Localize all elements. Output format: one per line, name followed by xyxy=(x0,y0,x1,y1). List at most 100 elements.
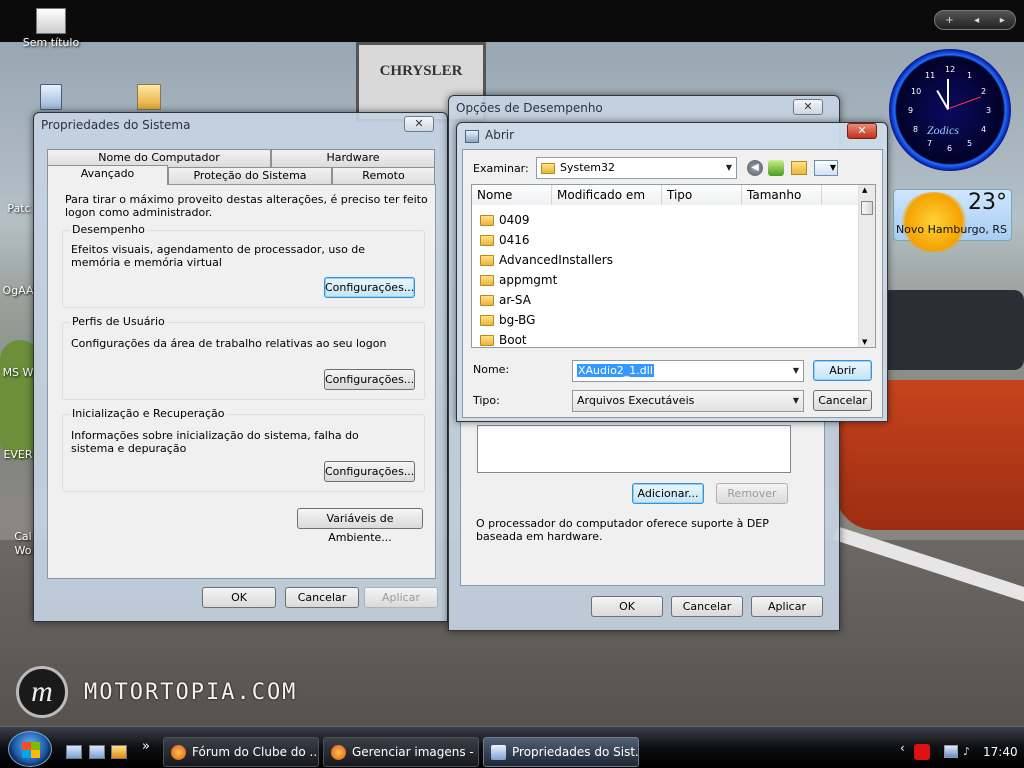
desktop-icon-cal[interactable]: Cal xyxy=(12,530,34,543)
remove-button[interactable]: Remover xyxy=(716,483,788,504)
taskbar-button-gerenciar-imagens[interactable]: Gerenciar imagens - ... xyxy=(323,737,479,767)
weather-gadget[interactable]: 23° Novo Hamburgo, RS xyxy=(893,189,1012,252)
ok-button[interactable]: OK xyxy=(591,596,663,617)
shortcut-icon[interactable] xyxy=(137,84,161,110)
desktop-icon-ogaa[interactable]: OgAA xyxy=(2,284,34,297)
up-folder-icon[interactable] xyxy=(768,160,784,176)
volume-tray-icon[interactable]: ♪ xyxy=(963,745,977,758)
view-menu-icon[interactable]: ▼ xyxy=(814,160,838,176)
tray-expand-icon[interactable]: ‹ xyxy=(900,741,905,755)
desktop-icon-ms-word[interactable]: MS W xyxy=(2,366,34,379)
chevron-down-icon: ▼ xyxy=(792,366,799,375)
ok-button[interactable]: OK xyxy=(202,587,276,608)
cancel-button[interactable]: Cancelar xyxy=(671,596,743,617)
group-text: Configurações da área de trabalho relati… xyxy=(71,337,387,350)
sidebar-prev-button[interactable]: ◂ xyxy=(974,15,979,26)
desktop-icon-sem-titulo[interactable]: Sem título xyxy=(20,8,82,49)
switch-windows-icon[interactable] xyxy=(89,745,105,759)
new-folder-icon[interactable] xyxy=(791,161,807,175)
close-button[interactable]: ✕ xyxy=(847,123,877,139)
motortopia-watermark: m MOTORTOPIA.COM xyxy=(16,664,297,720)
folder-icon xyxy=(480,315,494,326)
motortopia-logo-icon: m xyxy=(16,666,68,718)
file-name-value[interactable]: XAudio2_1.dll xyxy=(577,364,654,377)
folder-icon xyxy=(480,235,494,246)
file-list[interactable]: Nome Modificado em Tipo Tamanho 0409 041… xyxy=(471,184,876,348)
antivirus-tray-icon[interactable] xyxy=(914,744,930,760)
clock-minute-hand xyxy=(947,79,949,109)
network-tray-icon[interactable] xyxy=(944,745,958,758)
tab-avancado[interactable]: Avançado xyxy=(47,165,168,185)
desempenho-settings-button[interactable]: Configurações... xyxy=(324,277,415,298)
window-title: Opções de Desempenho xyxy=(456,101,603,115)
tab-hardware[interactable]: Hardware xyxy=(271,149,435,167)
back-icon[interactable]: ◀ xyxy=(747,160,763,176)
scroll-up-icon[interactable]: ▲ xyxy=(862,186,867,194)
chevron-down-icon: ▼ xyxy=(725,163,732,172)
list-item[interactable]: appmgmt xyxy=(480,270,557,290)
clock-brand: Zodics xyxy=(927,123,960,137)
close-button[interactable]: ✕ xyxy=(404,116,434,132)
firefox-icon xyxy=(331,745,346,760)
file-name-combo[interactable]: XAudio2_1.dll ▼ xyxy=(572,360,804,382)
taskbar-button-propriedades[interactable]: Propriedades do Sist... xyxy=(483,737,639,767)
list-item[interactable]: AdvancedInstallers xyxy=(480,250,613,270)
file-type-select[interactable]: Arquivos Executáveis ▼ xyxy=(572,390,804,412)
look-in-combo[interactable]: System32 ▼ xyxy=(536,157,737,179)
desktop-icon-patc[interactable]: Patc xyxy=(4,202,34,215)
column-header-size[interactable]: Tamanho xyxy=(742,185,822,205)
dep-program-list[interactable] xyxy=(477,425,791,473)
group-text: Efeitos visuais, agendamento de processa… xyxy=(71,243,366,269)
start-button[interactable] xyxy=(8,731,52,767)
file-name-label: Nome: xyxy=(473,363,510,376)
show-desktop-icon[interactable] xyxy=(66,745,82,759)
clock-gadget[interactable]: 12 1 2 3 4 5 6 7 8 9 10 11 Zodics xyxy=(889,49,1011,171)
file-type-label: Tipo: xyxy=(473,394,500,407)
taskbar-button-forum[interactable]: Fórum do Clube do ... xyxy=(163,737,319,767)
recycle-bin-icon[interactable] xyxy=(40,84,62,110)
list-item[interactable]: 0416 xyxy=(480,230,530,250)
desktop-icon-ever[interactable]: EVER xyxy=(2,448,34,461)
group-label: Desempenho xyxy=(70,223,147,236)
tab-panel-avancado: Para tirar o máximo proveito destas alte… xyxy=(47,184,436,579)
intro-text: Para tirar o máximo proveito destas alte… xyxy=(65,193,428,219)
clock-time[interactable]: 17:40 xyxy=(983,745,1018,759)
column-header-name[interactable]: Nome xyxy=(472,185,552,205)
folder-icon xyxy=(541,162,555,174)
list-item[interactable]: ar-SA xyxy=(480,290,531,310)
clock-number: 3 xyxy=(986,106,992,115)
clock-number: 7 xyxy=(927,139,933,148)
dep-support-text: O processador do computador oferece supo… xyxy=(476,517,769,543)
column-header-filler xyxy=(822,185,860,205)
column-header-type[interactable]: Tipo xyxy=(662,185,742,205)
environment-variables-button[interactable]: Variáveis de Ambiente... xyxy=(297,508,423,544)
sidebar-next-button[interactable]: ▸ xyxy=(1000,15,1005,26)
desktop-icon-wo[interactable]: Wo xyxy=(12,544,34,557)
system-properties-window: Propriedades do Sistema ✕ Nome do Comput… xyxy=(33,112,448,622)
perfis-settings-button[interactable]: Configurações... xyxy=(324,369,415,390)
list-item[interactable]: Boot xyxy=(480,330,527,347)
sidebar-add-button[interactable]: + xyxy=(945,15,953,26)
column-header-modified[interactable]: Modificado em xyxy=(552,185,662,205)
apply-button[interactable]: Aplicar xyxy=(364,587,438,608)
close-button[interactable]: ✕ xyxy=(793,99,823,115)
scroll-down-icon[interactable]: ▼ xyxy=(862,338,867,346)
list-item[interactable]: 0409 xyxy=(480,210,530,230)
list-item[interactable]: bg-BG xyxy=(480,310,535,330)
tab-remoto[interactable]: Remoto xyxy=(332,167,435,185)
add-button[interactable]: Adicionar... xyxy=(632,483,704,504)
cancel-button[interactable]: Cancelar xyxy=(285,587,359,608)
quick-launch-overflow-icon[interactable]: » xyxy=(142,739,150,754)
apply-button[interactable]: Aplicar xyxy=(751,596,823,617)
cancel-button[interactable]: Cancelar xyxy=(813,390,872,411)
group-label: Inicialização e Recuperação xyxy=(70,407,227,420)
tab-protecao-do-sistema[interactable]: Proteção do Sistema xyxy=(168,167,332,185)
vertical-scrollbar[interactable]: ▲ ▼ xyxy=(858,185,875,347)
inicializacao-settings-button[interactable]: Configurações... xyxy=(324,461,415,482)
scroll-thumb[interactable] xyxy=(861,201,873,215)
media-player-icon[interactable] xyxy=(111,745,127,759)
weather-temperature: 23° xyxy=(968,190,1007,215)
close-icon: ✕ xyxy=(803,100,813,113)
open-button[interactable]: Abrir xyxy=(813,360,872,381)
group-perfis-de-usuario: Perfis de Usuário Configurações da área … xyxy=(62,315,425,400)
